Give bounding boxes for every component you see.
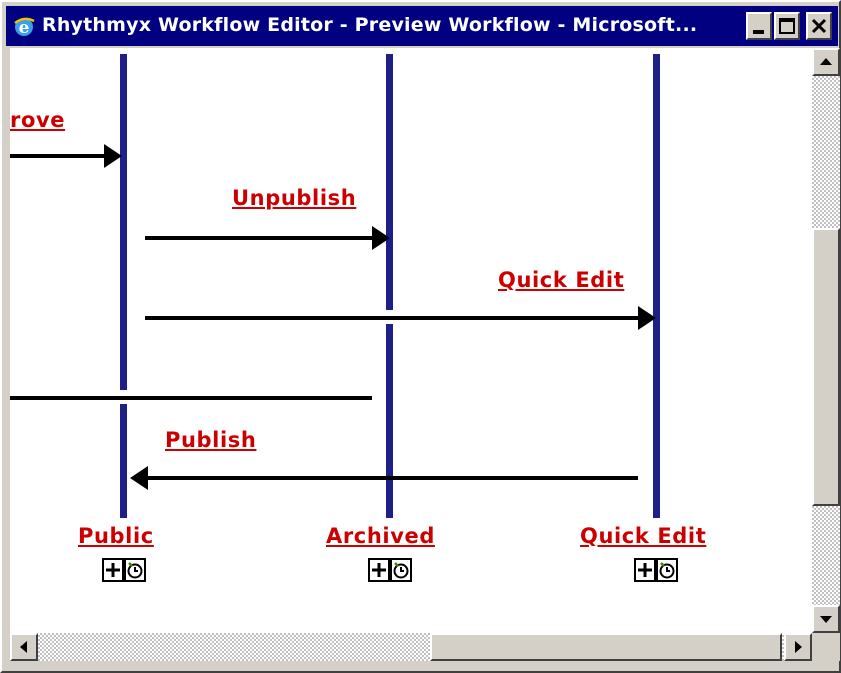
vertical-scroll-thumb[interactable]: [812, 228, 840, 506]
minimize-icon: [753, 30, 764, 34]
arrow-line: [145, 316, 642, 320]
arrow-line: [146, 476, 638, 480]
close-button[interactable]: [806, 12, 832, 40]
arrow-line: [145, 236, 375, 240]
scroll-right-button[interactable]: [784, 633, 812, 661]
lane-archived-lower: [386, 324, 393, 518]
browser-window: e Rhythmyx Workflow Editor - Preview Wor…: [0, 0, 841, 673]
minimize-button[interactable]: [746, 12, 772, 40]
workflow-diagram: rove Unpublish Quick Edit Publish Public: [10, 48, 812, 633]
arrowhead-right: [104, 144, 122, 168]
arrow-left-icon: [20, 641, 27, 653]
clock-icon: [659, 562, 675, 579]
scrollbar-corner: [812, 633, 840, 661]
arrow-down-icon: [820, 616, 832, 623]
title-bar[interactable]: e Rhythmyx Workflow Editor - Preview Wor…: [6, 6, 838, 46]
arrow-line: [10, 154, 106, 158]
transition-link-quick-edit[interactable]: Quick Edit: [498, 268, 624, 292]
lane-quickedit: [653, 54, 660, 518]
transition-link-approve[interactable]: rove: [10, 108, 65, 132]
ie-icon: e: [12, 14, 36, 38]
history-button[interactable]: [390, 558, 412, 582]
scroll-up-button[interactable]: [812, 48, 840, 76]
horizontal-scrollbar[interactable]: [10, 633, 812, 661]
clock-icon: [393, 562, 409, 579]
history-button[interactable]: [656, 558, 678, 582]
plus-icon: [106, 563, 120, 577]
state-link-quick-edit[interactable]: Quick Edit: [580, 524, 706, 548]
vertical-scrollbar[interactable]: [812, 48, 840, 633]
window-title: Rhythmyx Workflow Editor - Preview Workf…: [42, 14, 698, 36]
plus-icon: [372, 563, 386, 577]
transition-link-publish[interactable]: Publish: [165, 428, 256, 452]
add-button[interactable]: [368, 558, 390, 582]
clock-icon: [127, 562, 143, 579]
scroll-left-button[interactable]: [10, 633, 38, 661]
maximize-button[interactable]: [774, 12, 800, 40]
plus-icon: [638, 563, 652, 577]
maximize-icon: [779, 18, 795, 34]
arrowhead-right: [372, 226, 390, 250]
transition-link-unpublish[interactable]: Unpublish: [232, 186, 356, 210]
transition-line: [10, 396, 372, 400]
arrow-right-icon: [795, 641, 802, 653]
add-button[interactable]: [102, 558, 124, 582]
lane-archived-upper: [386, 54, 393, 310]
state-link-public[interactable]: Public: [78, 524, 154, 548]
arrow-up-icon: [820, 58, 832, 65]
state-link-archived[interactable]: Archived: [326, 524, 435, 548]
close-icon: [811, 18, 827, 34]
arrowhead-right: [638, 306, 656, 330]
lane-public-lower: [120, 404, 127, 518]
lane-public-upper: [120, 54, 127, 390]
scroll-down-button[interactable]: [812, 605, 840, 633]
history-button[interactable]: [124, 558, 146, 582]
horizontal-scroll-thumb[interactable]: [430, 633, 782, 661]
add-button[interactable]: [634, 558, 656, 582]
